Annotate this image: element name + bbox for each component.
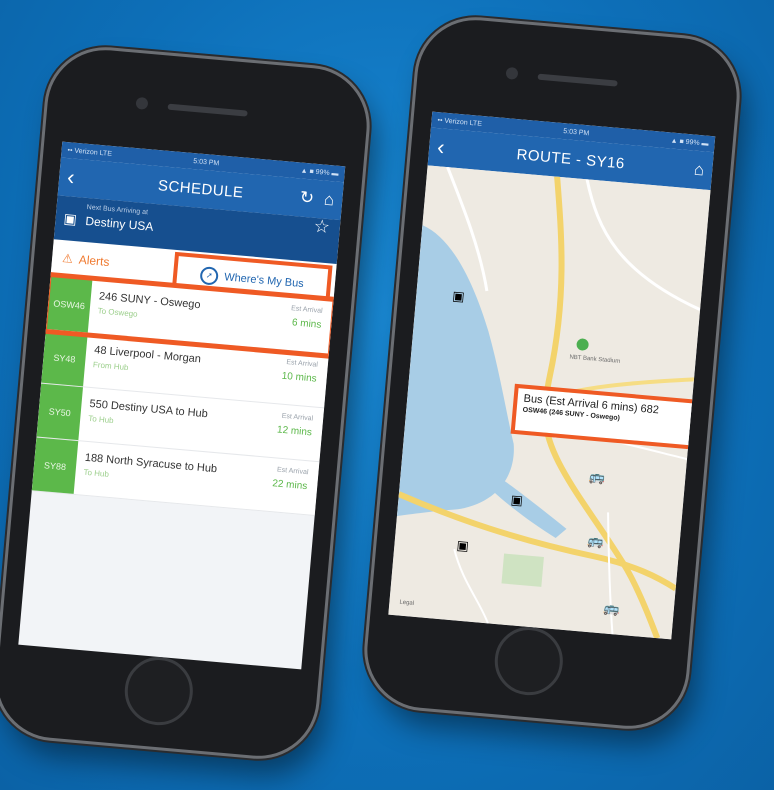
route-code: SY50	[36, 383, 83, 441]
time-text: 5:03 PM	[193, 157, 220, 167]
bus-stop-icon[interactable]: ▣	[452, 288, 466, 305]
battery-text: ▲ ■ 99% ▬	[300, 166, 339, 178]
camera	[505, 66, 519, 80]
refresh-icon[interactable]: ↻	[299, 188, 315, 209]
bus-stop-icon: ▣	[62, 210, 78, 228]
home-icon[interactable]: ⌂	[323, 190, 335, 211]
favorite-star-icon[interactable]: ☆	[313, 216, 331, 238]
bus-stop-icon[interactable]: ▣	[456, 537, 470, 554]
bus-live-icon[interactable]: 🚌	[603, 600, 620, 617]
phone-schedule: •• Verizon LTE 5:03 PM ▲ ■ 99% ▬ ‹ SCHED…	[0, 45, 372, 761]
home-button[interactable]	[491, 624, 566, 698]
eta-label: Est Arrival	[290, 305, 323, 315]
time-text: 5:03 PM	[563, 127, 590, 137]
route-code: OSW46	[45, 276, 93, 333]
route-screen: •• Verizon LTE 5:03 PM ▲ ■ 99% ▬ ‹ ROUTE…	[388, 111, 716, 640]
stadium-marker	[576, 338, 589, 351]
phone-route-map: •• Verizon LTE 5:03 PM ▲ ■ 99% ▬ ‹ ROUTE…	[362, 15, 742, 731]
route-code: SY48	[41, 329, 88, 387]
warning-icon: ⚠	[61, 251, 74, 266]
route-list: OSW46 246 SUNY - Oswego To Oswego Est Ar…	[31, 270, 338, 516]
battery-text: ▲ ■ 99% ▬	[670, 136, 709, 148]
route-code: SY88	[31, 437, 79, 494]
wheres-my-bus-label: Where's My Bus	[223, 271, 305, 291]
schedule-screen: •• Verizon LTE 5:03 PM ▲ ■ 99% ▬ ‹ SCHED…	[18, 141, 346, 670]
speaker	[167, 103, 248, 117]
lake-water	[396, 225, 514, 517]
bus-stop-icon[interactable]: ▣	[510, 492, 524, 509]
legal-link[interactable]: Legal	[399, 600, 414, 607]
road-southwest	[453, 548, 489, 624]
alerts-label: Alerts	[78, 252, 111, 270]
carrier-text: •• Verizon LTE	[67, 146, 113, 158]
carrier-text: •• Verizon LTE	[437, 116, 483, 128]
speaker	[537, 73, 618, 87]
bus-live-icon[interactable]: 🚌	[587, 533, 604, 550]
home-icon[interactable]: ⌂	[693, 160, 705, 181]
home-button[interactable]	[121, 654, 196, 728]
compass-icon: ➚	[199, 266, 220, 286]
park-area	[501, 553, 544, 587]
camera	[135, 96, 149, 110]
bus-live-icon[interactable]: 🚌	[588, 469, 605, 486]
road-north	[585, 179, 701, 312]
